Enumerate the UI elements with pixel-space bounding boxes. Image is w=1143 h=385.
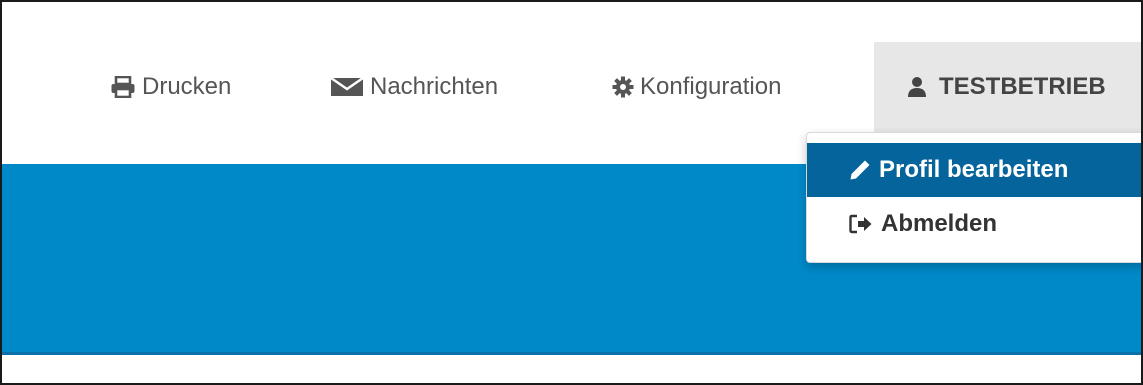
sign-out-icon (849, 214, 873, 234)
account-dropdown-menu: Profil bearbeiten Abmelden (806, 132, 1141, 263)
menu-item-edit-profile-label: Profil bearbeiten (879, 156, 1069, 183)
pencil-icon (849, 159, 871, 181)
app-window: Drucken Nachrichten Konfiguration TESTBE… (0, 0, 1143, 385)
gear-icon (612, 76, 634, 98)
menu-item-logout[interactable]: Abmelden (807, 197, 1141, 251)
print-icon (110, 76, 136, 98)
account-menu-toggle[interactable]: TESTBETRIEB (874, 42, 1141, 132)
menu-item-edit-profile[interactable]: Profil bearbeiten (807, 143, 1141, 197)
user-icon (907, 76, 927, 98)
menu-item-logout-label: Abmelden (881, 210, 998, 237)
hero-divider (2, 352, 1141, 355)
nav-config-label: Konfiguration (640, 73, 782, 100)
nav-config-link[interactable]: Konfiguration (612, 42, 781, 132)
nav-print-label: Drucken (142, 73, 232, 100)
envelope-icon (330, 76, 364, 98)
nav-messages-label: Nachrichten (370, 73, 499, 100)
account-name: TESTBETRIEB (939, 73, 1106, 100)
nav-messages-link[interactable]: Nachrichten (330, 42, 498, 132)
nav-print-link[interactable]: Drucken (110, 42, 231, 132)
